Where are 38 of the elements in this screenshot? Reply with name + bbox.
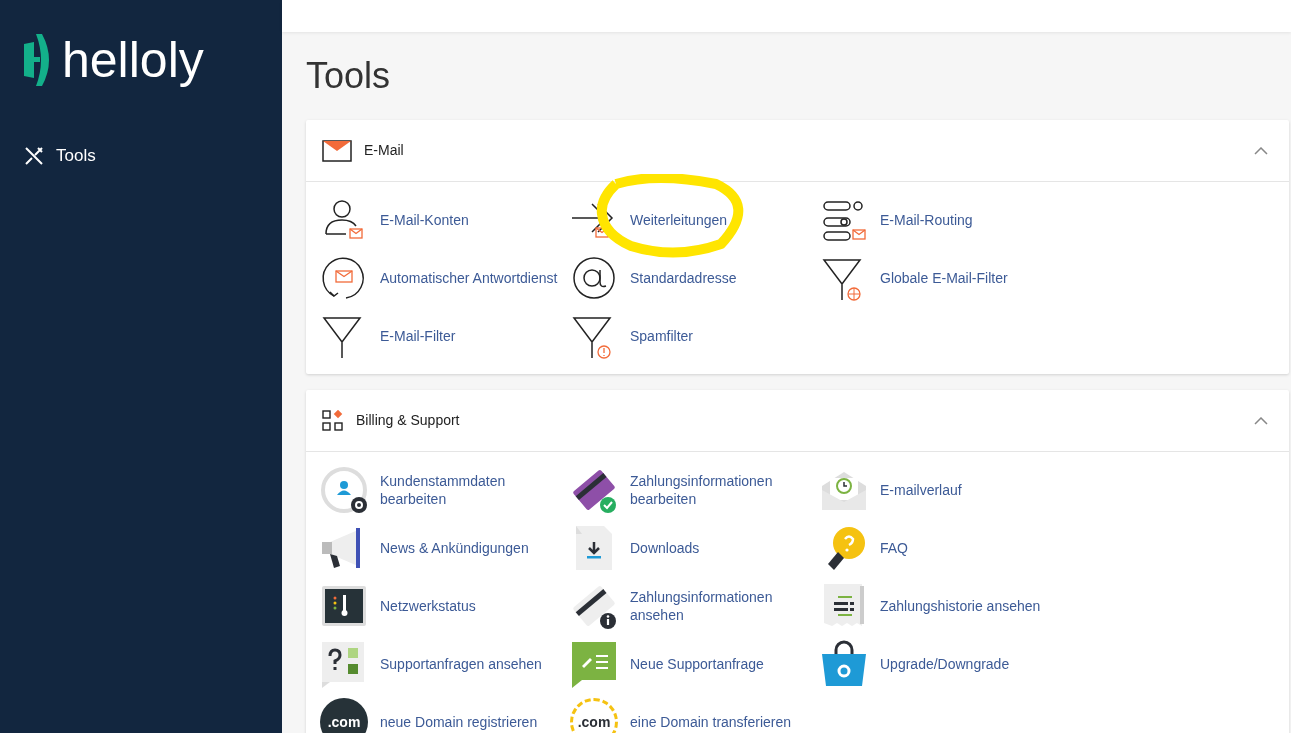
sidebar-item[interactable]: Tools [0, 134, 282, 178]
tool-link[interactable]: Zahlungsinformationen bearbeiten [570, 466, 820, 514]
tool-link[interactable]: E-Mail-Routing [820, 196, 1070, 244]
tool-link[interactable]: .com neue Domain registrieren [320, 698, 570, 733]
tool-link[interactable]: Standardadresse [570, 254, 820, 302]
tool-link[interactable]: E-Mail-Konten [320, 196, 570, 244]
shopping-bag-gear-icon [820, 640, 868, 688]
tool-link[interactable]: Globale E-Mail-Filter [820, 254, 1070, 302]
tool-link[interactable]: News & Ankündigungen [320, 524, 570, 572]
tool-link[interactable]: Netzwerkstatus [320, 582, 570, 630]
tool-link[interactable]: FAQ [820, 524, 1070, 572]
chevron-up-icon [1254, 416, 1268, 425]
chevron-up-icon [1254, 146, 1268, 155]
logo-text: helloly [62, 35, 204, 85]
grid-icon [322, 409, 344, 432]
tools-icon [24, 146, 44, 166]
domain-icon-text: .com [327, 713, 361, 732]
new-ticket-icon [570, 640, 618, 688]
section-title: E-Mail [364, 141, 404, 160]
tool-link[interactable]: Kundenstammdaten bearbeiten [320, 466, 570, 514]
tool-link[interactable]: Zahlungshistorie ansehen [820, 582, 1070, 630]
tool-link[interactable]: E-mailverlauf [820, 466, 1070, 514]
tool-link[interactable]: Spamfilter [570, 312, 820, 360]
section-title: Billing & Support [356, 411, 460, 430]
tool-link[interactable]: Zahlungsinformationen ansehen [570, 582, 820, 630]
tool-link[interactable]: Downloads [570, 524, 820, 572]
tool-link[interactable]: Automatischer Antwortdienst [320, 254, 570, 302]
envelope-icon [322, 139, 352, 162]
tool-link[interactable]: Upgrade/Downgrade [820, 640, 1070, 688]
at-sign-icon [570, 254, 618, 302]
tool-link[interactable]: Weiterleitungen [570, 196, 820, 244]
tool-link[interactable]: Neue Supportanfrage [570, 640, 820, 688]
tool-link[interactable]: .com eine Domain transferieren [570, 698, 820, 733]
tool-link[interactable]: Supportanfragen ansehen [320, 640, 570, 688]
page-title: Tools [306, 54, 392, 98]
tool-link[interactable]: E-Mail-Filter [320, 312, 570, 360]
user-gear-icon [320, 466, 368, 514]
domain-icon-text: .com [577, 713, 611, 732]
